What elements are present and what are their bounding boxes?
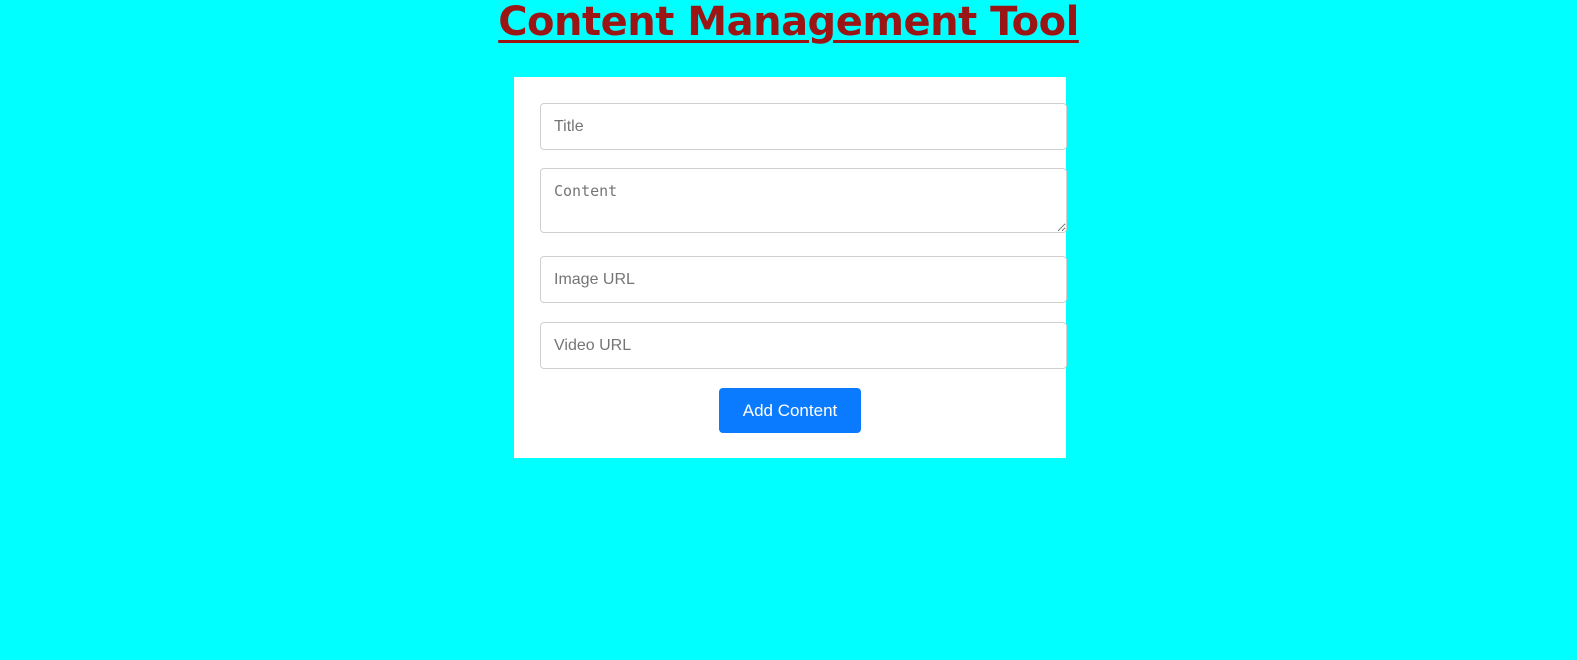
image-url-input[interactable] [540, 256, 1067, 303]
add-content-button[interactable]: Add Content [719, 388, 861, 433]
video-url-input[interactable] [540, 322, 1067, 369]
content-textarea[interactable] [540, 168, 1067, 233]
page-title: Content Management Tool [498, 0, 1079, 45]
page: Content Management Tool Add Content [0, 0, 1577, 660]
title-input[interactable] [540, 103, 1067, 150]
content-form: Add Content [514, 77, 1067, 458]
